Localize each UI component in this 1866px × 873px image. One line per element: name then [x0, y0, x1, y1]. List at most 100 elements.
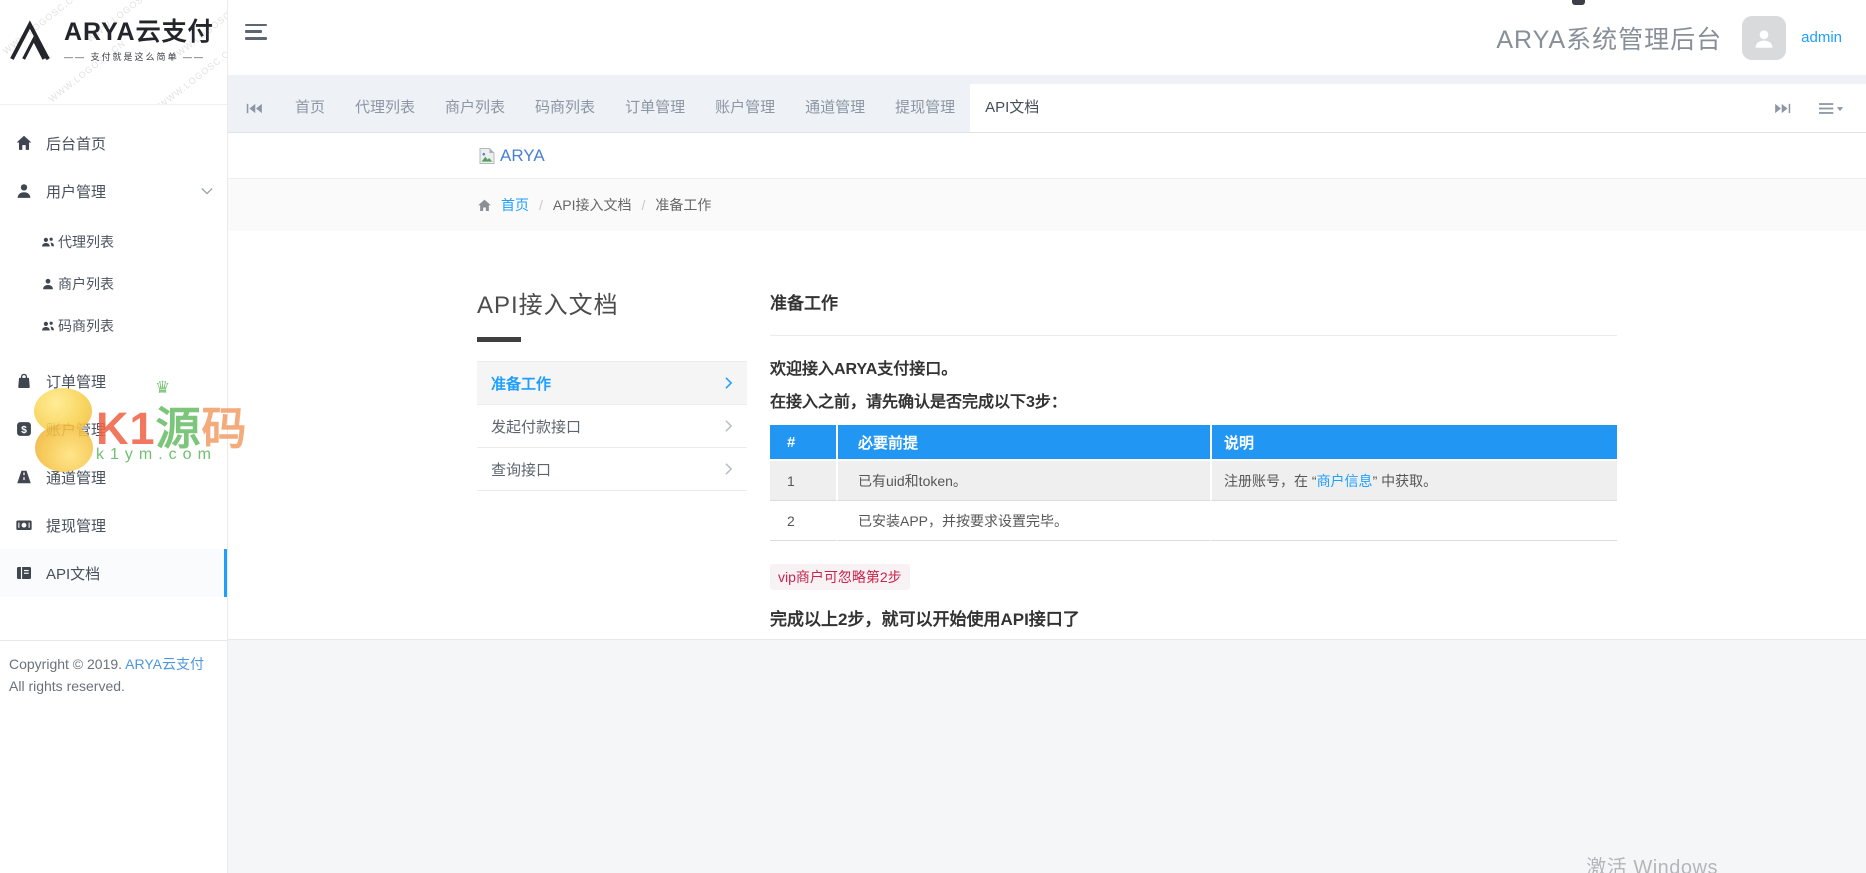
sidebar-item-label: 账户管理	[46, 419, 106, 440]
document-icon	[15, 564, 33, 582]
cell-note: 注册账号，在 “商户信息” 中获取。	[1210, 461, 1617, 501]
note-suffix: ” 中获取。	[1373, 473, 1438, 489]
home-icon	[15, 134, 33, 152]
arya-logo-icon	[8, 18, 58, 64]
tab-list-menu-icon[interactable]	[1819, 102, 1844, 115]
cell-prereq: 已安装APP，并按要求设置完毕。	[836, 501, 1210, 541]
cell-note	[1210, 501, 1617, 541]
doc-content-panel: 准备工作 欢迎接入ARYA支付接口。 在接入之前，请先确认是否完成以下3步： #…	[770, 285, 1617, 630]
broken-image-alt-text: ARYA	[500, 146, 545, 166]
breadcrumb-home-link[interactable]: 首页	[501, 195, 529, 215]
intro-line-1: 欢迎接入ARYA支付接口。	[770, 355, 1617, 379]
logo-title: ARYA云支付	[64, 19, 214, 47]
tab-account-management[interactable]: 账户管理	[700, 84, 790, 132]
sidebar-item-order-management[interactable]: 订单管理	[0, 357, 227, 405]
doc-menu-item-query-api[interactable]: 查询接口	[477, 448, 747, 491]
broken-image-icon	[477, 146, 497, 166]
closing-line: 完成以上2步，就可以开始使用API接口了	[770, 605, 1617, 630]
system-title: ARYA系统管理后台	[1496, 20, 1722, 56]
sidebar-item-label: 码商列表	[58, 316, 114, 336]
breadcrumb-item-api-docs: API接入文档	[553, 195, 632, 215]
doc-menu-label: 查询接口	[491, 459, 551, 480]
doc-nav-panel: API接入文档 准备工作 发起付款接口	[477, 285, 747, 630]
sidebar-item-withdrawal-management[interactable]: 提现管理	[0, 501, 227, 549]
doc-menu-label: 准备工作	[491, 373, 551, 394]
dollar-icon: $	[15, 420, 33, 438]
doc-menu-label: 发起付款接口	[491, 416, 581, 437]
table-header-note: 说明	[1210, 425, 1617, 461]
logo-tagline: —— 支付就是这么简单 ——	[64, 50, 214, 63]
breadcrumb-home-icon	[477, 198, 492, 213]
fast-forward-tabs-icon[interactable]	[1774, 102, 1791, 115]
screen: WWW.LOGOSC.CN WWW.LOGOSC.CN WWW.LOGOSC.C…	[0, 0, 1866, 873]
svg-text:$: $	[21, 425, 27, 436]
sidebar-item-user-management[interactable]: 用户管理	[0, 167, 227, 215]
chevron-down-icon	[201, 187, 213, 195]
sidebar-logo[interactable]: WWW.LOGOSC.CN WWW.LOGOSC.CN WWW.LOGOSC.C…	[0, 0, 227, 105]
sidebar-item-label: 用户管理	[46, 181, 106, 202]
breadcrumb-separator: /	[641, 197, 645, 213]
sidebar-submenu-users: 代理列表 商户列表 码商列表	[0, 215, 227, 357]
sidebar-item-api-docs[interactable]: API文档	[0, 549, 227, 597]
rewind-tabs-icon[interactable]	[228, 84, 280, 132]
sidebar-item-label: 提现管理	[46, 515, 106, 536]
sidebar-item-agent-list[interactable]: 代理列表	[0, 221, 227, 263]
copyright-prefix: Copyright © 2019.	[9, 656, 125, 672]
shopping-bag-icon	[15, 372, 33, 390]
sidebar-item-merchant-list[interactable]: 商户列表	[0, 263, 227, 305]
doc-menu-item-preparation[interactable]: 准备工作	[477, 362, 747, 405]
intro-line-2: 在接入之前，请先确认是否完成以下3步：	[770, 388, 1617, 412]
merchant-info-link[interactable]: 商户信息	[1317, 473, 1373, 489]
hamburger-menu-icon[interactable]	[245, 24, 267, 40]
breadcrumb-item-current: 准备工作	[655, 195, 711, 215]
vip-note-badge: vip商户可忽略第2步	[770, 564, 910, 590]
tab-withdrawal-management[interactable]: 提现管理	[880, 84, 970, 132]
chevron-right-icon	[724, 419, 733, 433]
table-header-row: # 必要前提 说明	[770, 425, 1617, 461]
top-notch-decoration	[1572, 0, 1585, 5]
sidebar-item-label: 商户列表	[58, 274, 114, 294]
page-logo-strip: ARYA	[228, 133, 1866, 178]
cell-num: 1	[770, 461, 836, 501]
cell-prereq: 已有uid和token。	[836, 461, 1210, 501]
copyright: Copyright © 2019. ARYA云支付 All rights res…	[0, 640, 227, 697]
tab-agent-list[interactable]: 代理列表	[340, 84, 430, 132]
note-prefix: 注册账号，在 “	[1224, 473, 1317, 489]
users-icon	[41, 235, 55, 249]
main-area: ARYA系统管理后台 admin 首页 代理列表 商户列表 码商列表 订单管理 …	[228, 0, 1866, 873]
users-icon	[41, 319, 55, 333]
admin-user-link[interactable]: admin	[1801, 29, 1842, 46]
table-header-prereq: 必要前提	[836, 425, 1210, 461]
sidebar-nav: 后台首页 用户管理 代理列表	[0, 105, 227, 597]
user-icon	[15, 182, 33, 200]
user-avatar[interactable]	[1742, 16, 1786, 60]
copyright-brand-link[interactable]: ARYA云支付	[125, 656, 204, 672]
doc-menu-item-initiate-payment[interactable]: 发起付款接口	[477, 405, 747, 448]
tab-channel-management[interactable]: 通道管理	[790, 84, 880, 132]
chevron-right-icon	[724, 376, 733, 390]
table-header-num: #	[770, 425, 836, 461]
sidebar-item-label: API文档	[46, 563, 100, 584]
sidebar-item-codemerchant-list[interactable]: 码商列表	[0, 305, 227, 347]
tab-codemerchant-list[interactable]: 码商列表	[520, 84, 610, 132]
title-underline-bar	[477, 337, 521, 342]
doc-panel-title: API接入文档	[477, 285, 747, 320]
chevron-right-icon	[724, 462, 733, 476]
copyright-suffix: All rights reserved.	[9, 678, 125, 694]
tab-api-docs[interactable]: API文档	[970, 84, 1054, 132]
doc-menu: 准备工作 发起付款接口 查询接口	[477, 361, 747, 491]
tab-order-management[interactable]: 订单管理	[610, 84, 700, 132]
tab-bar: 首页 代理列表 商户列表 码商列表 订单管理 账户管理 通道管理 提现管理 AP…	[228, 75, 1866, 133]
breadcrumb-separator: /	[539, 197, 543, 213]
sidebar-item-label: 订单管理	[46, 371, 106, 392]
tab-merchant-list[interactable]: 商户列表	[430, 84, 520, 132]
sidebar-item-account-management[interactable]: $ 账户管理	[0, 405, 227, 453]
cell-num: 2	[770, 501, 836, 541]
sidebar-item-channel-management[interactable]: 通道管理	[0, 453, 227, 501]
user-icon	[41, 277, 55, 291]
sidebar-item-label: 后台首页	[46, 133, 106, 154]
sidebar-item-dashboard[interactable]: 后台首页	[0, 119, 227, 167]
broken-image-placeholder: ARYA	[477, 146, 545, 166]
tab-home[interactable]: 首页	[280, 84, 340, 132]
tab-bar-right-tools	[1054, 84, 1866, 132]
